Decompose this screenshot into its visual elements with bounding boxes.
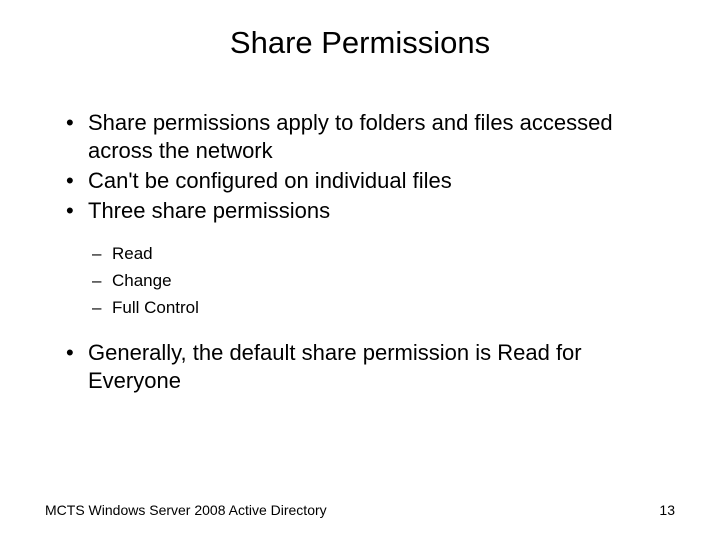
- slide-content: Share permissions apply to folders and f…: [45, 109, 675, 396]
- bullet-item: Three share permissions: [66, 197, 675, 225]
- bullet-item: Share permissions apply to folders and f…: [66, 109, 675, 165]
- sub-bullet-item: Change: [92, 267, 675, 294]
- bullet-item: Can't be configured on individual files: [66, 167, 675, 195]
- slide-footer: MCTS Windows Server 2008 Active Director…: [45, 502, 675, 518]
- main-bullet-list: Share permissions apply to folders and f…: [48, 109, 675, 226]
- sub-bullet-item: Full Control: [92, 294, 675, 321]
- page-number: 13: [659, 502, 675, 518]
- slide-title: Share Permissions: [45, 25, 675, 61]
- bullet-item: Generally, the default share permission …: [66, 339, 675, 395]
- slide: Share Permissions Share permissions appl…: [0, 0, 720, 540]
- sub-bullet-list: Read Change Full Control: [48, 240, 675, 322]
- main-bullet-list-2: Generally, the default share permission …: [48, 339, 675, 395]
- footer-left-text: MCTS Windows Server 2008 Active Director…: [45, 502, 327, 518]
- sub-bullet-item: Read: [92, 240, 675, 267]
